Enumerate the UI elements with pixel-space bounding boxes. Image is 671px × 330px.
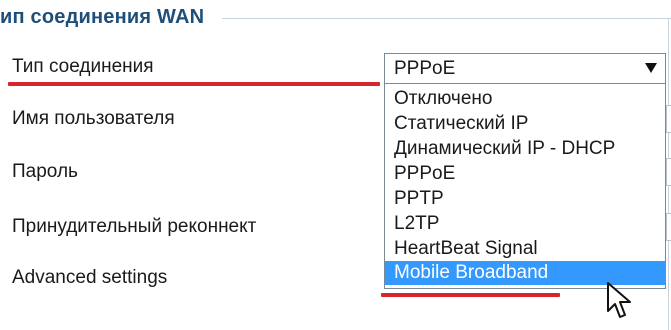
option-pppoe[interactable]: PPPoE [385,162,665,186]
fieldset-border-top [222,18,671,19]
connection-type-select[interactable]: PPPoE [384,53,666,84]
annotation-underline-mobile-broadband [381,293,560,297]
mouse-pointer-icon [607,282,631,318]
triangle-down-icon[interactable] [645,63,657,73]
annotation-underline-connection-type [8,82,380,86]
wan-settings-panel: ип соединения WAN Тип соединения Имя пол… [0,0,671,330]
password-label: Пароль [12,161,78,182]
connection-type-label: Тип соединения [12,56,154,77]
option-heartbeat-signal[interactable]: HeartBeat Signal [385,237,665,261]
section-title: ип соединения WAN [0,6,205,28]
reconnect-input[interactable] [666,213,671,241]
connection-type-dropdown-list[interactable]: Отключено Статический IP Динамический IP… [384,84,666,289]
username-label: Имя пользователя [12,108,175,129]
password-input[interactable] [666,158,671,186]
advanced-settings-label[interactable]: Advanced settings [12,267,167,289]
option-l2tp[interactable]: L2TP [385,212,665,236]
option-pptp[interactable]: PPTP [385,187,665,211]
username-input[interactable] [666,105,671,133]
option-disabled[interactable]: Отключено [385,87,665,111]
option-static-ip[interactable]: Статический IP [385,112,665,136]
option-dynamic-ip-dhcp[interactable]: Динамический IP - DHCP [385,137,665,161]
select-current-value: PPPoE [394,58,456,79]
forced-reconnect-label: Принудительный реконнект [12,216,257,237]
